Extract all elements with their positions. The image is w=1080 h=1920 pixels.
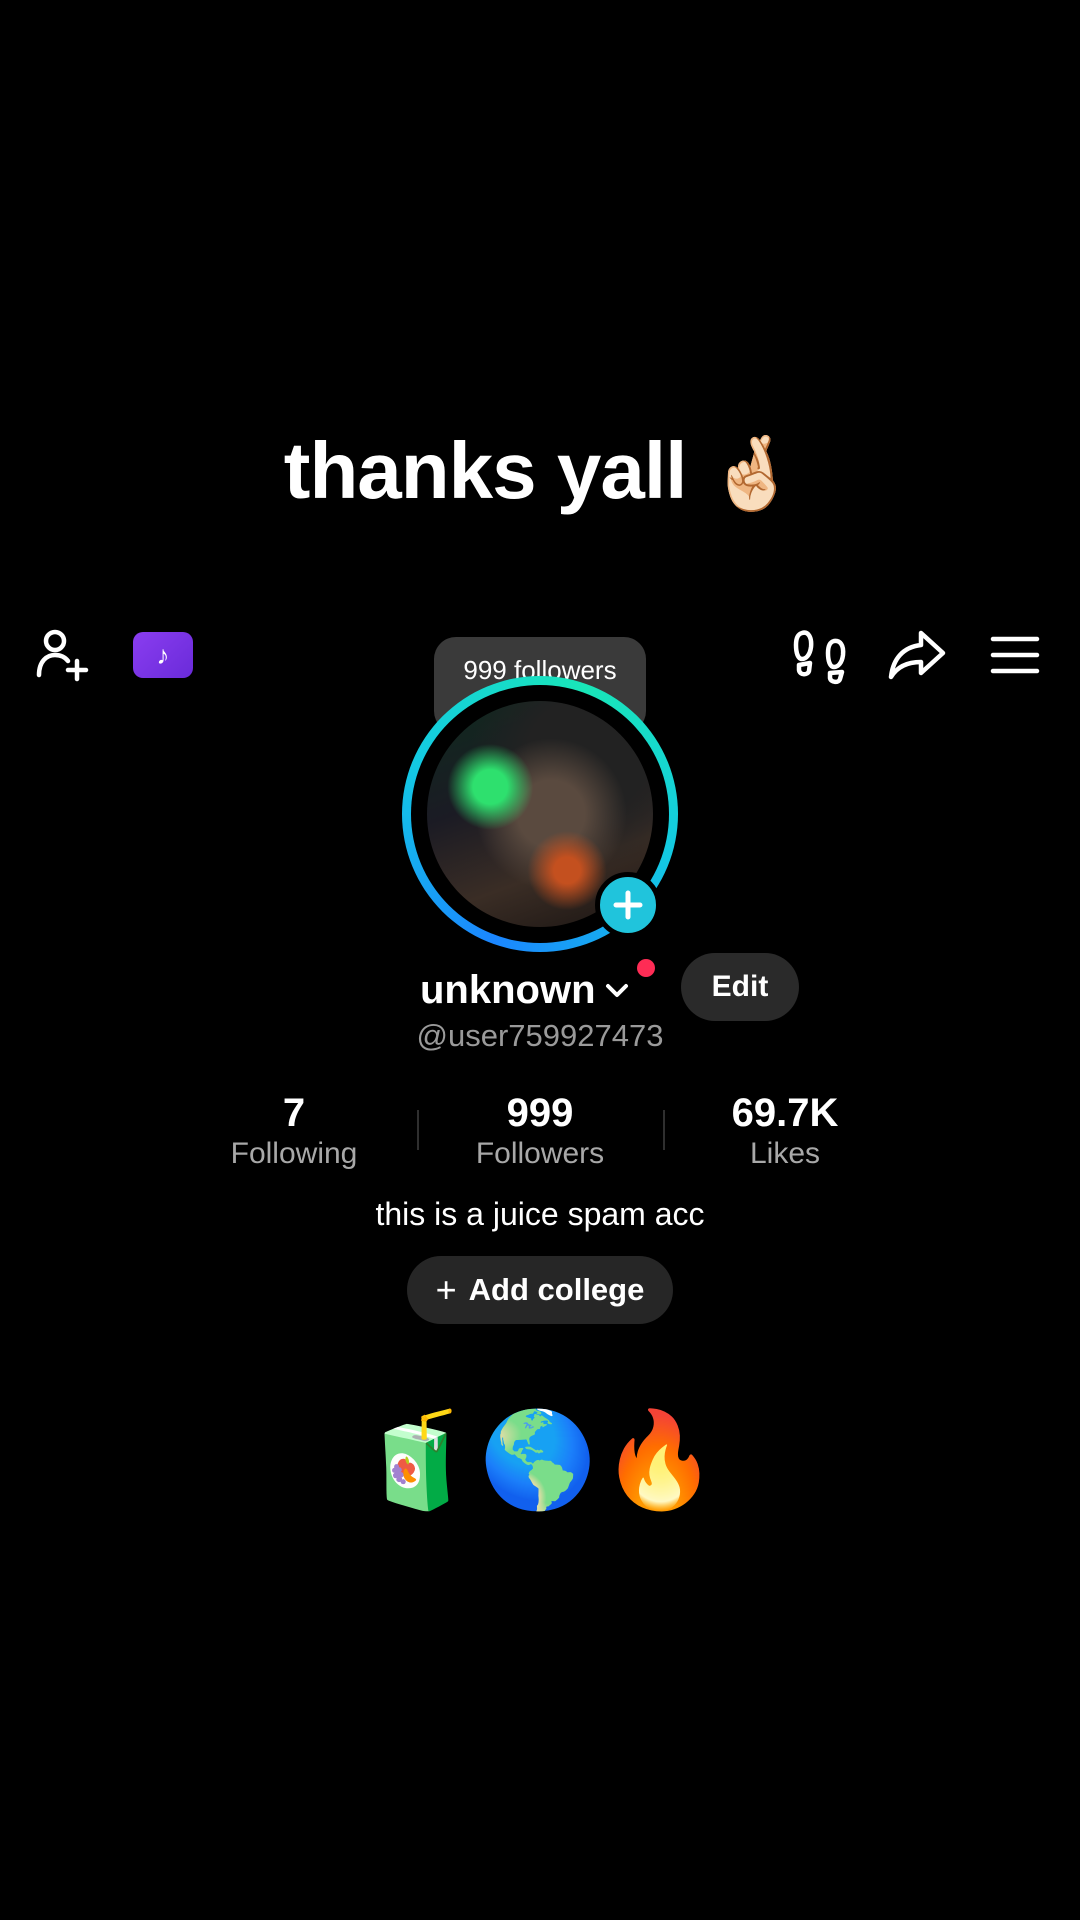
footprint-icon[interactable] [785,620,855,690]
stat-following[interactable]: 7 Following [184,1090,404,1172]
add-college-button[interactable]: + Add college [407,1256,673,1324]
likes-count: 69.7K [731,1091,839,1135]
fingers-crossed-emoji: 🤞🏻 [707,434,798,514]
add-college-label: Add college [468,1272,645,1307]
display-name: unknown [420,967,596,1012]
following-count: 7 [282,1091,306,1135]
ticket-badge: ♪ [133,632,193,678]
stat-followers[interactable]: 999 Followers [430,1090,650,1172]
following-label: Following [230,1137,358,1170]
tiktok-ticket-icon[interactable]: ♪ [128,620,198,690]
chevron-down-icon [605,984,628,997]
stat-likes[interactable]: 69.7K Likes [675,1090,895,1172]
likes-label: Likes [749,1137,821,1170]
followers-label: Followers [475,1137,605,1170]
stat-divider [417,1110,419,1150]
emoji-row: 🧃🌎🔥 [358,1407,722,1512]
followers-count: 999 [506,1091,574,1135]
menu-icon[interactable] [980,620,1050,690]
add-story-plus-icon[interactable] [595,872,661,938]
add-friend-icon[interactable] [28,620,98,690]
video-caption: thanks yall 🤞🏻 [0,425,1080,517]
share-icon[interactable] [882,620,952,690]
stat-divider [663,1110,665,1150]
display-name-row[interactable]: unknown [420,960,632,1020]
edit-profile-button[interactable]: Edit [681,953,799,1021]
username: @user759927473 [416,1018,664,1053]
bio-text: this is a juice spam acc [375,1196,705,1232]
caption-text: thanks yall [283,426,688,515]
notification-dot [637,959,655,977]
plus-icon: + [435,1269,457,1310]
